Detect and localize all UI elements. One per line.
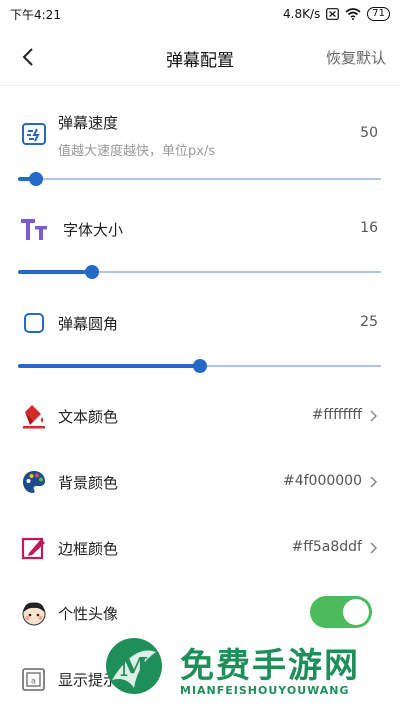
corner-label: 弹幕圆角 [58,315,119,333]
text-color-label: 文本颜色 [58,408,119,426]
avatar-toggle[interactable] [310,596,372,628]
border-color-label: 边框颜色 [58,540,119,558]
background-color-label: 背景颜色 [58,474,119,492]
speed-label: 弹幕速度 [58,114,119,132]
wifi-icon [345,8,361,20]
watermark-title: 免费手游网 [180,646,360,686]
avatar-face-icon [20,599,48,627]
font-size-value: 16 [360,220,378,236]
watermark-subtitle: MIANFEISHOUYOUWANG [180,684,350,697]
chevron-right-icon [370,476,378,488]
setting-speed: 弹幕速度 值越大速度越快，单位px/s 50 [0,100,400,190]
svg-text:a: a [31,677,36,686]
avatar-label: 个性头像 [58,605,119,623]
palette-icon [20,468,48,496]
border-color-value: #ff5a8ddf [291,539,362,555]
toggle-knob [343,599,369,625]
no-sim-icon [326,8,340,20]
font-size-slider[interactable] [18,265,381,279]
speed-hint: 值越大速度越快，单位px/s [58,144,216,159]
setting-background-color[interactable]: 背景颜色 #4f000000 [0,454,400,510]
slider-track [18,178,381,180]
setting-border-color[interactable]: 边框颜色 #ff5a8ddf [0,520,400,576]
setting-font-size: 字体大小 16 [0,200,400,284]
slider-thumb[interactable] [29,172,44,186]
background-color-value: #4f000000 [282,473,362,489]
speed-value: 50 [360,125,378,141]
paint-bucket-icon [20,402,48,430]
slider-thumb[interactable] [192,359,207,373]
edit-frame-icon [20,534,48,562]
status-bar: 下午4:21 4.8K/s 71 [0,0,400,28]
slider-fill [18,364,200,368]
chevron-right-icon [370,542,378,554]
font-size-icon [20,215,48,243]
slider-fill [18,270,93,274]
chevron-right-icon [370,410,378,422]
font-size-label: 字体大小 [63,221,124,239]
app-bar: 弹幕配置 恢复默认 [0,28,400,86]
text-color-value: #ffffffff [311,407,362,423]
setting-text-color[interactable]: 文本颜色 #ffffffff [0,388,400,444]
speed-slider[interactable] [18,172,381,186]
corner-value: 25 [360,314,378,330]
status-icons: 4.8K/s 71 [283,7,390,21]
network-speed: 4.8K/s [283,7,321,21]
hint-frame-icon: a [20,665,48,693]
watermark: M 免费手游网 MIANFEISHOUYOUWANG [96,628,396,708]
slider-thumb[interactable] [85,265,100,279]
status-time: 下午4:21 [10,7,61,22]
watermark-logo-icon: M [106,638,162,694]
corner-slider[interactable] [18,359,381,373]
speed-icon [20,120,48,148]
svg-text:M: M [120,653,149,683]
reset-defaults-button[interactable]: 恢复默认 [326,47,386,68]
battery-indicator: 71 [367,7,390,21]
setting-corner-radius: 弹幕圆角 25 [0,294,400,380]
rounded-square-icon [20,309,48,337]
